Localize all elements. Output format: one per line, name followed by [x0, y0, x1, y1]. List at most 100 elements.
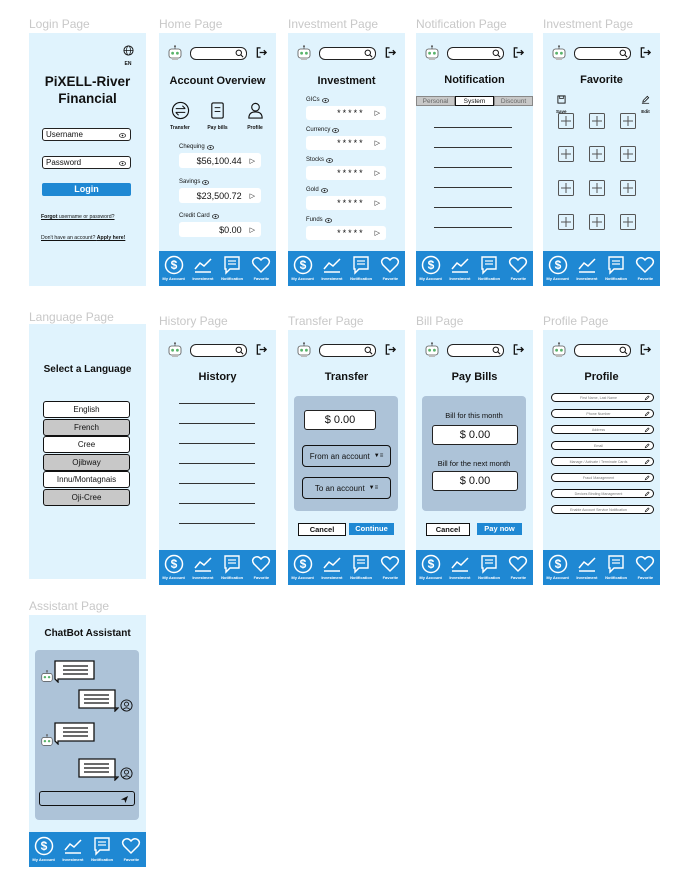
cancel-button[interactable]: Cancel — [426, 523, 470, 536]
this-month-amount[interactable]: $ 0.00 — [432, 425, 518, 445]
search-icon[interactable] — [492, 346, 501, 355]
nav-my-account[interactable]: $ My Account — [289, 254, 316, 281]
search-input[interactable] — [190, 344, 247, 357]
add-favorite-button[interactable] — [589, 180, 605, 196]
nav-my-account[interactable]: $ My Account — [417, 254, 444, 281]
eye-icon[interactable] — [321, 97, 329, 103]
nav-investment[interactable]: Investment — [189, 553, 216, 580]
notification-item[interactable] — [434, 227, 512, 228]
nav-favorite[interactable]: Favorite — [248, 553, 275, 580]
logout-icon[interactable] — [512, 343, 525, 356]
robot-assistant-icon[interactable] — [551, 45, 567, 61]
pencil-icon[interactable] — [644, 427, 650, 433]
logout-icon[interactable] — [384, 343, 397, 356]
save-button[interactable]: Save — [556, 91, 567, 114]
nav-notification[interactable]: Notification — [219, 254, 246, 281]
nav-my-account[interactable]: $ My Account — [30, 835, 57, 862]
search-input[interactable] — [447, 47, 504, 60]
send-icon[interactable] — [120, 795, 129, 804]
tab-system[interactable]: System — [455, 96, 494, 106]
robot-assistant-icon[interactable] — [167, 45, 183, 61]
history-item[interactable] — [179, 423, 255, 424]
investment-value[interactable]: ***** ▷ — [306, 106, 386, 120]
robot-assistant-icon[interactable] — [167, 342, 183, 358]
search-input[interactable] — [319, 344, 376, 357]
logout-icon[interactable] — [639, 46, 652, 59]
add-favorite-button[interactable] — [558, 146, 574, 162]
profile-field[interactable]: Devices Binding Management — [551, 489, 654, 498]
profile-field[interactable]: First Name, Last Name — [551, 393, 654, 402]
edit-button[interactable]: Edit — [641, 91, 650, 114]
notification-item[interactable] — [434, 187, 512, 188]
nav-investment[interactable]: Investment — [318, 254, 345, 281]
amount-field[interactable]: $ 0.00 — [304, 410, 376, 430]
to-account-select[interactable]: To an account ▼≡ — [302, 477, 391, 499]
robot-assistant-icon[interactable] — [296, 45, 312, 61]
pencil-icon[interactable] — [644, 411, 650, 417]
nav-my-account[interactable]: $ My Account — [417, 553, 444, 580]
search-icon[interactable] — [364, 49, 373, 58]
eye-icon[interactable] — [324, 217, 332, 223]
account-balance[interactable]: $0.00 ▷ — [179, 222, 261, 237]
nav-favorite[interactable]: Favorite — [377, 553, 404, 580]
transfer-action[interactable]: Transfer — [165, 101, 195, 131]
search-icon[interactable] — [364, 346, 373, 355]
nav-favorite[interactable]: Favorite — [377, 254, 404, 281]
robot-assistant-icon[interactable] — [424, 342, 440, 358]
nav-notification[interactable]: Notification — [603, 553, 630, 580]
investment-value[interactable]: ***** ▷ — [306, 196, 386, 210]
add-favorite-button[interactable] — [620, 113, 636, 129]
nav-investment[interactable]: Investment — [318, 553, 345, 580]
tab-discount[interactable]: Discount — [494, 96, 533, 106]
nav-investment[interactable]: Investment — [573, 553, 600, 580]
pencil-icon[interactable] — [644, 491, 650, 497]
profile-field[interactable]: Phone Number — [551, 409, 654, 418]
nav-investment[interactable]: Investment — [446, 553, 473, 580]
pay-now-button[interactable]: Pay now — [477, 523, 522, 535]
add-favorite-button[interactable] — [589, 113, 605, 129]
search-icon[interactable] — [619, 346, 628, 355]
nav-favorite[interactable]: Favorite — [505, 254, 532, 281]
search-input[interactable] — [190, 47, 247, 60]
profile-field[interactable]: Fraud Management — [551, 473, 654, 482]
robot-assistant-icon[interactable] — [551, 342, 567, 358]
eye-icon[interactable] — [320, 187, 328, 193]
add-favorite-button[interactable] — [620, 180, 636, 196]
account-balance[interactable]: $23,500.72 ▷ — [179, 188, 261, 203]
logout-icon[interactable] — [639, 343, 652, 356]
nav-notification[interactable]: Notification — [219, 553, 246, 580]
nav-notification[interactable]: Notification — [476, 254, 503, 281]
pencil-icon[interactable] — [644, 507, 650, 513]
nav-my-account[interactable]: $ My Account — [160, 254, 187, 281]
pencil-icon[interactable] — [644, 395, 650, 401]
profile-field[interactable]: Enable Account Service Notification — [551, 505, 654, 514]
nav-notification[interactable]: Notification — [89, 835, 116, 862]
nav-favorite[interactable]: Favorite — [505, 553, 532, 580]
nav-favorite[interactable]: Favorite — [632, 553, 659, 580]
eye-icon[interactable] — [119, 161, 126, 166]
language-option[interactable]: English — [43, 401, 130, 418]
history-item[interactable] — [179, 463, 255, 464]
nav-notification[interactable]: Notification — [348, 254, 375, 281]
login-button[interactable]: Login — [42, 183, 131, 196]
next-month-amount[interactable]: $ 0.00 — [432, 471, 518, 491]
forgot-link[interactable]: username or password? — [59, 214, 115, 220]
search-icon[interactable] — [619, 49, 628, 58]
notification-item[interactable] — [434, 127, 512, 128]
search-input[interactable] — [574, 344, 631, 357]
nav-favorite[interactable]: Favorite — [632, 254, 659, 281]
notification-item[interactable] — [434, 207, 512, 208]
nav-favorite[interactable]: Favorite — [248, 254, 275, 281]
chat-input[interactable] — [39, 791, 135, 806]
language-option[interactable]: Oji-Cree — [43, 488, 130, 506]
nav-my-account[interactable]: $ My Account — [160, 553, 187, 580]
eye-icon[interactable] — [119, 133, 126, 138]
add-favorite-button[interactable] — [558, 180, 574, 196]
investment-value[interactable]: ***** ▷ — [306, 136, 386, 150]
account-balance[interactable]: $56,100.44 ▷ — [179, 153, 261, 168]
profile-field[interactable]: Manage / Activate / Terminate Cards — [551, 457, 654, 466]
nav-my-account[interactable]: $ My Account — [289, 553, 316, 580]
robot-assistant-icon[interactable] — [296, 342, 312, 358]
search-input[interactable] — [447, 344, 504, 357]
nav-my-account[interactable]: $ My Account — [544, 553, 571, 580]
